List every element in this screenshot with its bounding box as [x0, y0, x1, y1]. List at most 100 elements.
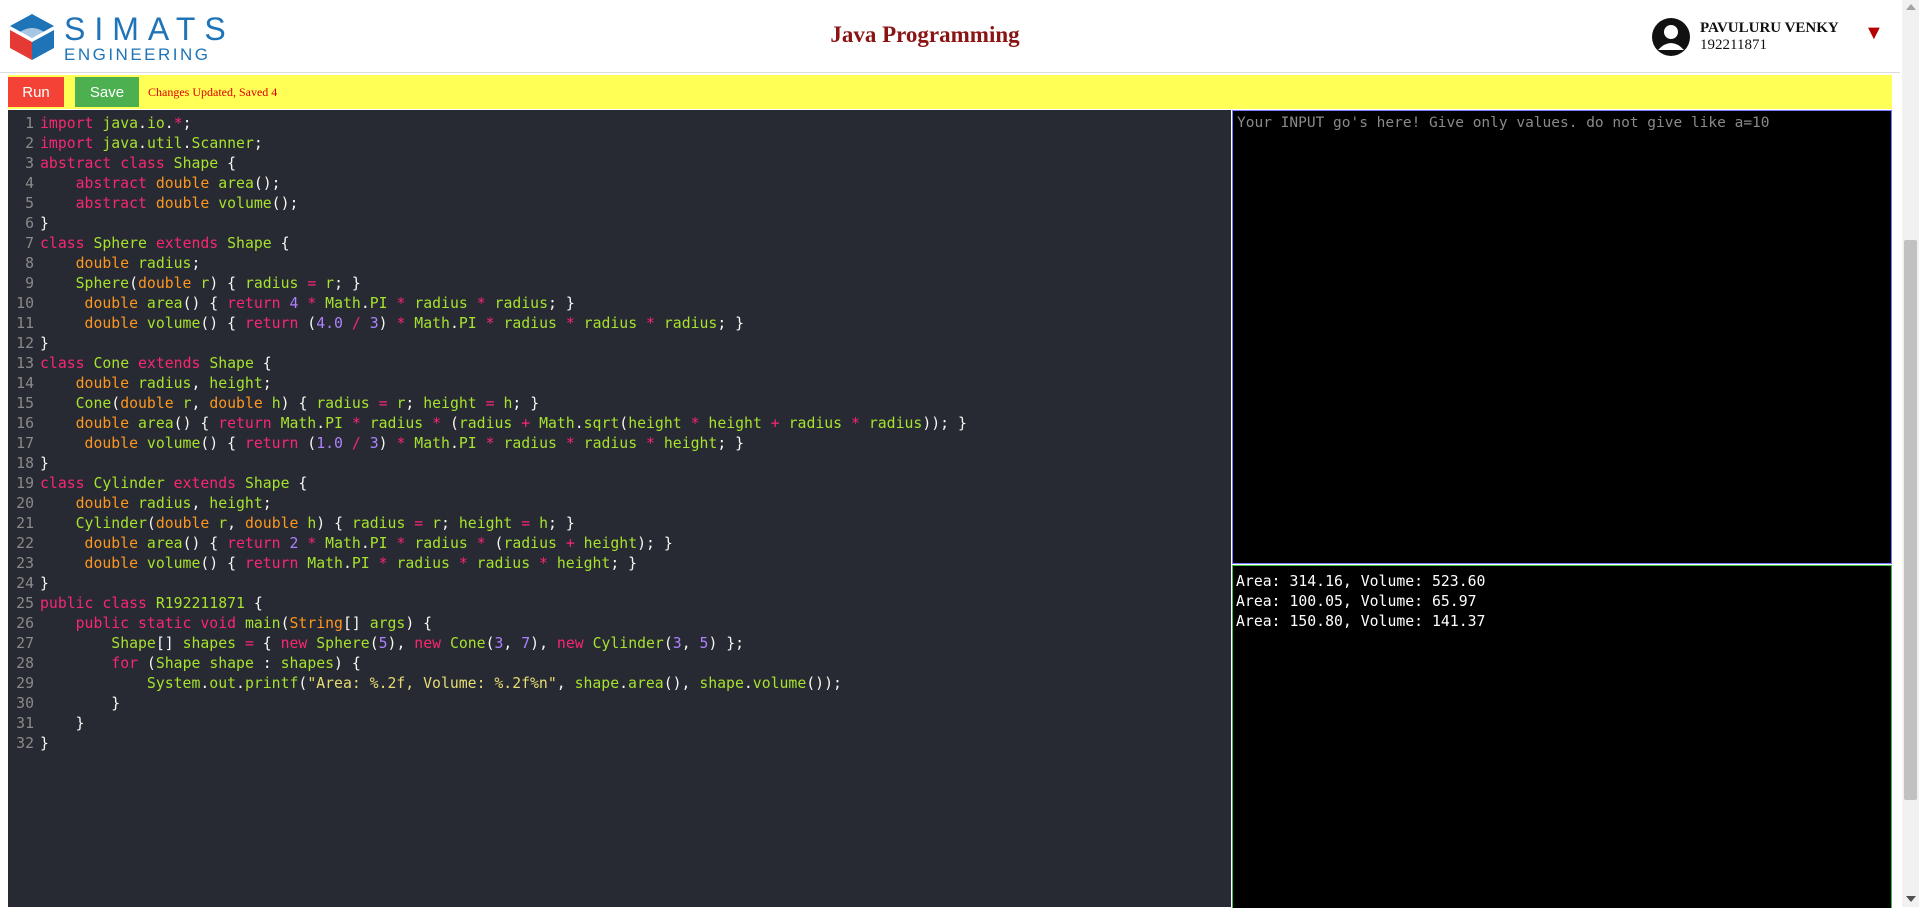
line-number: 24 [16, 575, 34, 592]
code-line-text: public class R192211871 { [40, 595, 263, 612]
line-number: 30 [16, 695, 34, 712]
code-line[interactable]: 16 double area() { return Math.PI * radi… [8, 414, 967, 434]
line-number: 4 [25, 175, 34, 192]
code-line[interactable]: 19 class Cylinder extends Shape { [8, 474, 967, 494]
code-line[interactable]: 9 Sphere(double r) { radius = r; } [8, 274, 967, 294]
code-line[interactable]: 1 import java.io.*; [8, 114, 967, 134]
code-line-text: Cylinder(double r, double h) { radius = … [75, 515, 575, 532]
line-number: 10 [16, 295, 34, 312]
avatar-icon [1652, 18, 1690, 56]
code-line-text: abstract double volume(); [75, 195, 299, 212]
code-line-text: } [40, 455, 49, 472]
line-number: 20 [16, 495, 34, 512]
code-line[interactable]: 11 double volume() { return (4.0 / 3) * … [8, 314, 967, 334]
code-line[interactable]: 22 double area() { return 2 * Math.PI * … [8, 534, 967, 554]
line-number: 25 [16, 595, 34, 612]
code-line[interactable]: 29 System.out.printf("Area: %.2f, Volume… [8, 674, 967, 694]
code-line-text: double radius, height; [75, 495, 272, 512]
code-line[interactable]: 13 class Cone extends Shape { [8, 354, 967, 374]
code-line[interactable]: 15 Cone(double r, double h) { radius = r… [8, 394, 967, 414]
code-line[interactable]: 26 public static void main(String[] args… [8, 614, 967, 634]
code-line-text: class Sphere extends Shape { [40, 235, 290, 252]
code-line[interactable]: 32} [8, 734, 967, 754]
logo-text-engineering: ENGINEERING [64, 45, 211, 64]
code-line[interactable]: 5 abstract double volume(); [8, 194, 967, 214]
output-line: Area: 150.80, Volume: 141.37 [1236, 613, 1486, 630]
program-output: Area: 314.16, Volume: 523.60 Area: 100.05… [1236, 572, 1485, 632]
code-line-text: abstract class Shape { [40, 155, 237, 172]
code-line-text: Sphere(double r) { radius = r; } [75, 275, 361, 292]
output-line: Area: 314.16, Volume: 523.60 [1236, 573, 1486, 590]
code-line[interactable]: 8 double radius; [8, 254, 967, 274]
code-line-text: } [40, 215, 49, 232]
save-status-text: Changes Updated, Saved 4 [148, 85, 278, 99]
code-line[interactable]: 24} [8, 574, 967, 594]
code-line-text: double radius, height; [75, 375, 272, 392]
line-number: 11 [16, 315, 34, 332]
code-line[interactable]: 21 Cylinder(double r, double h) { radius… [8, 514, 967, 534]
code-line[interactable]: 4 abstract double area(); [8, 174, 967, 194]
line-number: 27 [16, 635, 34, 652]
page-scrollbar[interactable] [1902, 0, 1919, 907]
code-lines[interactable]: 1 import java.io.*; 2 import java.util.Scan… [8, 114, 967, 754]
line-number: 12 [16, 335, 34, 352]
run-button[interactable]: Run [8, 77, 64, 107]
code-line[interactable]: 28 for (Shape shape : shapes) { [8, 654, 967, 674]
code-line[interactable]: 31 } [8, 714, 967, 734]
scrollbar-thumb[interactable] [1904, 240, 1917, 800]
line-number: 14 [16, 375, 34, 392]
code-line-text: Shape[] shapes = { new Sphere(5), new Co… [111, 635, 745, 652]
line-number: 2 [25, 135, 34, 152]
code-line-text: Cone(double r, double h) { radius = r; h… [75, 395, 540, 412]
line-number: 8 [25, 255, 34, 272]
code-line[interactable]: 25 public class R192211871 { [8, 594, 967, 614]
line-number: 13 [16, 355, 34, 372]
code-line[interactable]: 17 double volume() { return (1.0 / 3) * … [8, 434, 967, 454]
code-editor[interactable]: 1 import java.io.*; 2 import java.util.Scan… [8, 110, 1231, 907]
line-number: 3 [25, 155, 34, 172]
line-number: 5 [25, 195, 34, 212]
code-line[interactable]: 12} [8, 334, 967, 354]
line-number: 19 [16, 475, 34, 492]
code-line-text: System.out.printf("Area: %.2f, Volume: %… [146, 675, 842, 692]
user-id: 192211871 [1700, 37, 1767, 53]
input-pane [1232, 110, 1892, 564]
code-line[interactable]: 14 double radius, height; [8, 374, 967, 394]
line-number: 9 [25, 275, 34, 292]
code-line-text: for (Shape shape : shapes) { [111, 655, 361, 672]
code-line[interactable]: 27 Shape[] shapes = { new Sphere(5), new… [8, 634, 967, 654]
output-line: Area: 100.05, Volume: 65.97 [1236, 593, 1477, 610]
code-line[interactable]: 18} [8, 454, 967, 474]
line-number: 22 [16, 535, 34, 552]
save-button[interactable]: Save [75, 77, 139, 107]
code-line[interactable]: 7 class Sphere extends Shape { [8, 234, 967, 254]
code-line-text: import java.io.*; [40, 115, 192, 132]
line-number: 21 [16, 515, 34, 532]
scroll-up-arrow-icon[interactable] [1906, 4, 1916, 10]
caret-down-icon[interactable]: ▼ [1864, 22, 1884, 45]
line-number: 15 [16, 395, 34, 412]
line-number: 26 [16, 615, 34, 632]
code-line-text: double area() { return 4 * Math.PI * rad… [84, 295, 575, 312]
code-line-text: } [40, 735, 49, 752]
code-line[interactable]: 3 abstract class Shape { [8, 154, 967, 174]
line-number: 1 [25, 115, 34, 132]
program-input-textarea[interactable] [1233, 111, 1891, 563]
code-line-text: class Cone extends Shape { [40, 355, 272, 372]
line-number: 29 [16, 675, 34, 692]
line-number: 23 [16, 555, 34, 572]
scroll-down-arrow-icon[interactable] [1906, 896, 1916, 902]
code-line[interactable]: 2 import java.util.Scanner; [8, 134, 967, 154]
line-number: 7 [25, 235, 34, 252]
line-number: 6 [25, 215, 34, 232]
code-line[interactable]: 30 } [8, 694, 967, 714]
code-line[interactable]: 23 double volume() { return Math.PI * ra… [8, 554, 967, 574]
code-line-text: double area() { return Math.PI * radius … [75, 415, 967, 432]
code-line[interactable]: 10 double area() { return 4 * Math.PI * … [8, 294, 967, 314]
code-line-text: double volume() { return (4.0 / 3) * Mat… [84, 315, 745, 332]
code-line[interactable]: 6} [8, 214, 967, 234]
line-number: 32 [16, 735, 34, 752]
code-line[interactable]: 20 double radius, height; [8, 494, 967, 514]
code-line-text: double area() { return 2 * Math.PI * rad… [84, 535, 673, 552]
code-line-text: abstract double area(); [75, 175, 281, 192]
